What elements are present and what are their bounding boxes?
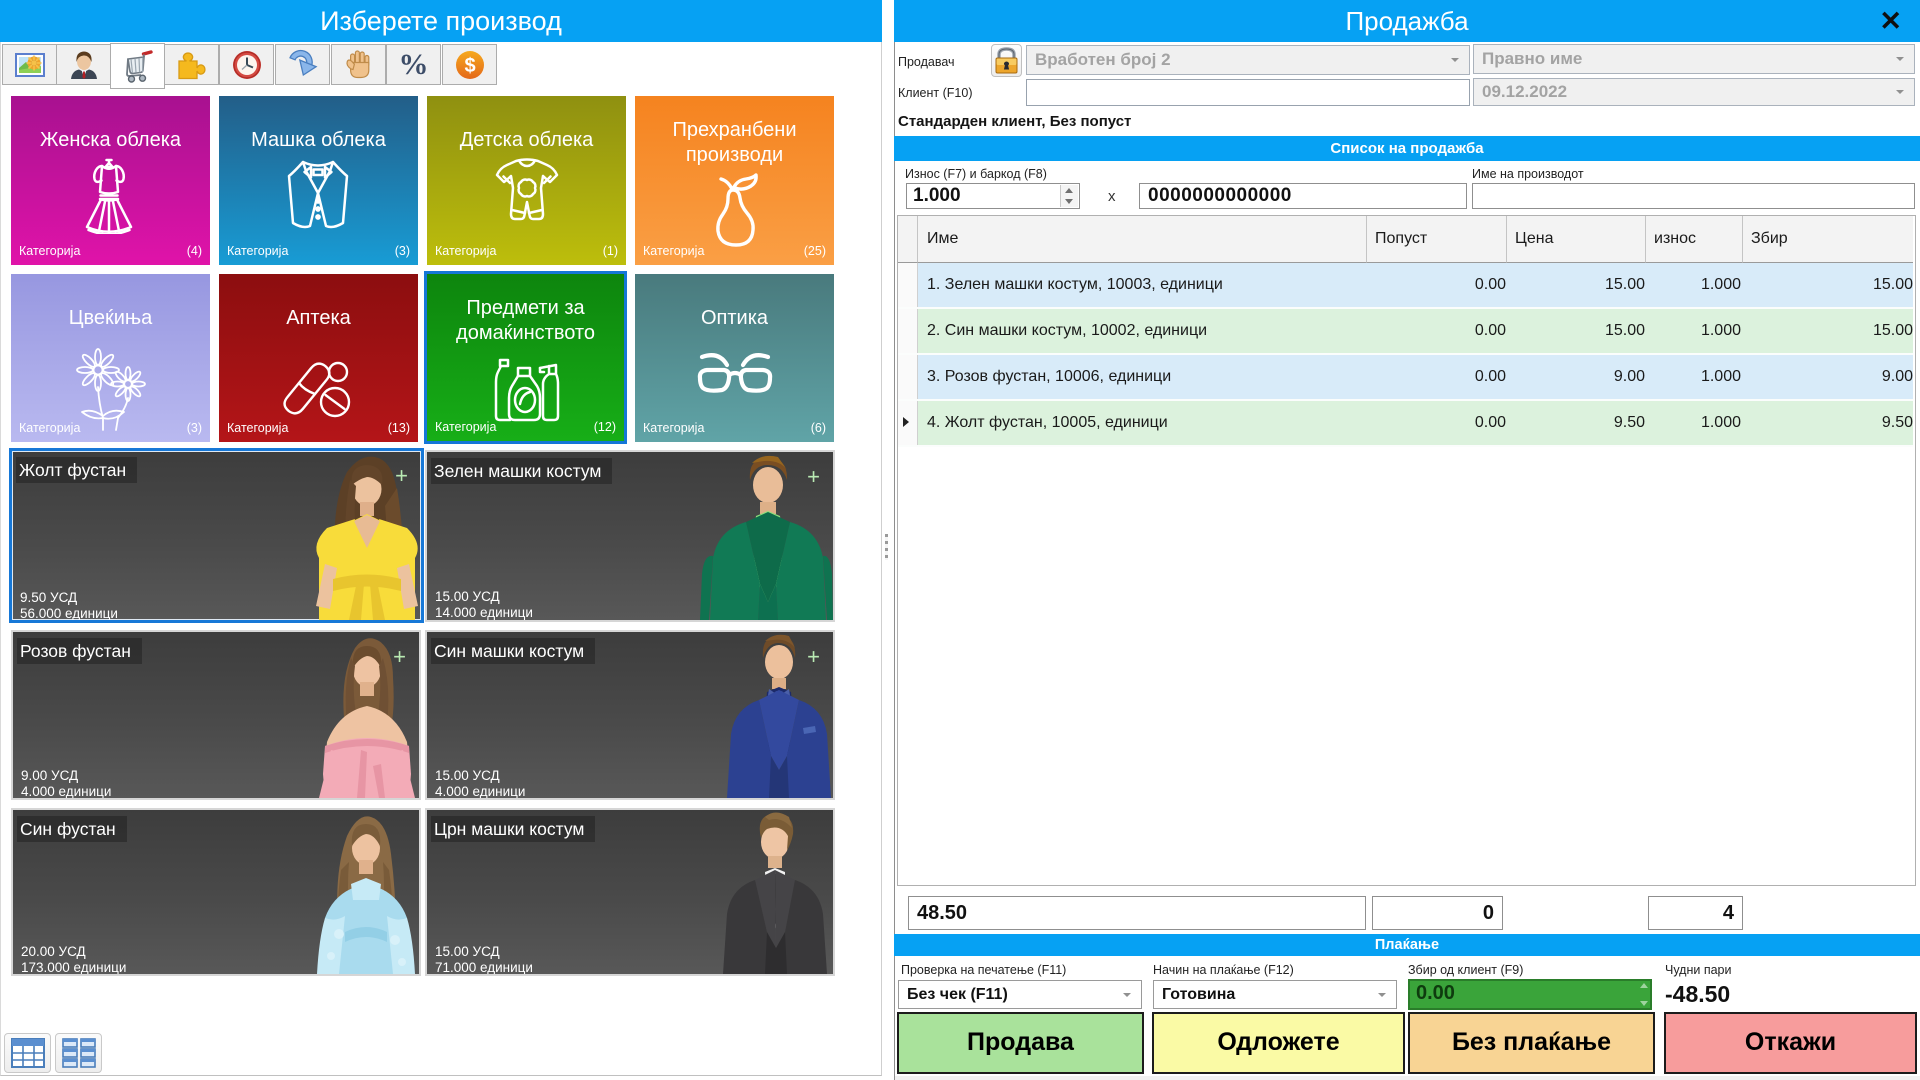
svg-text:$: $ — [464, 55, 475, 77]
